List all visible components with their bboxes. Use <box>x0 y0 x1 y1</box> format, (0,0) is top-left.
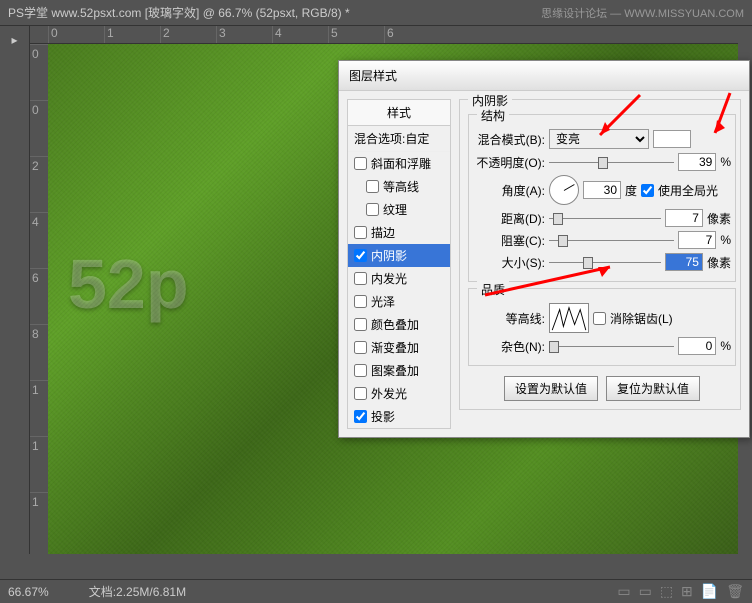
style-item[interactable]: 描边 <box>348 221 450 244</box>
noise-input[interactable] <box>678 337 716 355</box>
style-item[interactable]: 内阴影 <box>348 244 450 267</box>
style-label: 颜色叠加 <box>371 316 419 333</box>
color-swatch[interactable] <box>653 130 691 148</box>
style-item[interactable]: 外发光 <box>348 382 450 405</box>
icon[interactable]: ⊞ <box>681 583 693 600</box>
style-checkbox[interactable] <box>366 203 379 216</box>
choke-input[interactable] <box>678 231 716 249</box>
size-label: 大小(S): <box>473 254 545 271</box>
opacity-slider[interactable] <box>549 153 674 171</box>
style-checkbox[interactable] <box>354 387 367 400</box>
ruler-horizontal: 0123456 <box>30 26 738 44</box>
icon[interactable]: 🗑 <box>726 583 744 600</box>
style-label: 内阴影 <box>371 247 407 264</box>
styles-list: 样式 混合选项:自定 斜面和浮雕等高线纹理描边内阴影内发光光泽颜色叠加渐变叠加图… <box>347 99 451 429</box>
style-item[interactable]: 图案叠加 <box>348 359 450 382</box>
icon[interactable]: ⬚ <box>660 583 673 600</box>
style-checkbox[interactable] <box>354 157 367 170</box>
style-checkbox[interactable] <box>354 295 367 308</box>
style-item[interactable]: 斜面和浮雕 <box>348 152 450 175</box>
style-checkbox[interactable] <box>354 249 367 262</box>
style-item[interactable]: 等高线 <box>348 175 450 198</box>
watermark: 思缘设计论坛 — WWW.MISSYUAN.COM <box>541 5 744 21</box>
size-slider[interactable] <box>549 253 661 271</box>
structure-group: 结构 混合模式(B): 变亮 不透明度(O): % 角度(A): <box>468 114 736 282</box>
style-label: 渐变叠加 <box>371 339 419 356</box>
noise-label: 杂色(N): <box>473 338 545 355</box>
style-label: 等高线 <box>383 178 419 195</box>
opacity-input[interactable] <box>678 153 716 171</box>
contour-label: 等高线: <box>473 310 545 327</box>
titlebar: PS学堂 www.52psxt.com [玻璃字效] @ 66.7% (52ps… <box>0 0 752 26</box>
antialias-label: 消除锯齿(L) <box>610 310 673 327</box>
quality-group: 品质 等高线: 消除锯齿(L) 杂色(N): % <box>468 288 736 366</box>
styles-header: 样式 <box>348 100 450 126</box>
status-icons: ▭ ▭ ⬚ ⊞ 📄 🗑 <box>617 583 744 600</box>
noise-slider[interactable] <box>549 337 674 355</box>
blend-mode-select[interactable]: 变亮 <box>549 129 649 149</box>
zoom-level[interactable]: 66.67% <box>8 585 49 599</box>
icon[interactable]: 📄 <box>701 583 718 600</box>
inner-shadow-panel: 内阴影 结构 混合模式(B): 变亮 不透明度(O): % <box>459 99 741 410</box>
opacity-label: 不透明度(O): <box>473 154 545 171</box>
structure-legend: 结构 <box>477 107 509 124</box>
style-checkbox[interactable] <box>366 180 379 193</box>
angle-label: 角度(A): <box>473 182 545 199</box>
style-checkbox[interactable] <box>354 341 367 354</box>
contour-picker[interactable] <box>549 303 589 333</box>
style-label: 纹理 <box>383 201 407 218</box>
style-item[interactable]: 渐变叠加 <box>348 336 450 359</box>
toolbar: ▸ <box>0 26 30 554</box>
distance-label: 距离(D): <box>473 210 545 227</box>
style-label: 描边 <box>371 224 395 241</box>
global-light-checkbox[interactable] <box>641 184 654 197</box>
style-item[interactable]: 纹理 <box>348 198 450 221</box>
canvas-text: 52p <box>68 244 189 324</box>
style-label: 光泽 <box>371 293 395 310</box>
antialias-checkbox[interactable] <box>593 312 606 325</box>
icon[interactable]: ▭ <box>617 583 630 600</box>
angle-dial[interactable] <box>549 175 579 205</box>
ruler-vertical: 002468111 <box>30 44 48 554</box>
distance-slider[interactable] <box>549 209 661 227</box>
quality-legend: 品质 <box>477 281 509 298</box>
style-label: 内发光 <box>371 270 407 287</box>
style-checkbox[interactable] <box>354 364 367 377</box>
dialog-title: 图层样式 <box>339 61 749 91</box>
choke-label: 阻塞(C): <box>473 232 545 249</box>
global-light-label: 使用全局光 <box>658 182 718 199</box>
set-default-button[interactable]: 设置为默认值 <box>504 376 598 401</box>
style-item[interactable]: 光泽 <box>348 290 450 313</box>
blend-options[interactable]: 混合选项:自定 <box>348 126 450 152</box>
style-item[interactable]: 投影 <box>348 405 450 428</box>
icon[interactable]: ▭ <box>639 583 652 600</box>
doc-info: 文档:2.25M/6.81M <box>89 583 186 600</box>
tool-item[interactable]: ▸ <box>1 28 29 52</box>
document-title: PS学堂 www.52psxt.com [玻璃字效] @ 66.7% (52ps… <box>8 4 350 21</box>
style-label: 外发光 <box>371 385 407 402</box>
style-item[interactable]: 颜色叠加 <box>348 313 450 336</box>
choke-slider[interactable] <box>549 231 674 249</box>
style-label: 斜面和浮雕 <box>371 155 431 172</box>
style-checkbox[interactable] <box>354 272 367 285</box>
style-checkbox[interactable] <box>354 410 367 423</box>
style-label: 图案叠加 <box>371 362 419 379</box>
angle-input[interactable] <box>583 181 621 199</box>
style-label: 投影 <box>371 408 395 425</box>
style-item[interactable]: 内发光 <box>348 267 450 290</box>
style-checkbox[interactable] <box>354 318 367 331</box>
reset-default-button[interactable]: 复位为默认值 <box>606 376 700 401</box>
size-input[interactable] <box>665 253 703 271</box>
distance-input[interactable] <box>665 209 703 227</box>
statusbar: 66.67% 文档:2.25M/6.81M ▭ ▭ ⬚ ⊞ 📄 🗑 <box>0 579 752 603</box>
layer-style-dialog: 图层样式 样式 混合选项:自定 斜面和浮雕等高线纹理描边内阴影内发光光泽颜色叠加… <box>338 60 750 438</box>
blend-mode-label: 混合模式(B): <box>473 131 545 148</box>
style-checkbox[interactable] <box>354 226 367 239</box>
